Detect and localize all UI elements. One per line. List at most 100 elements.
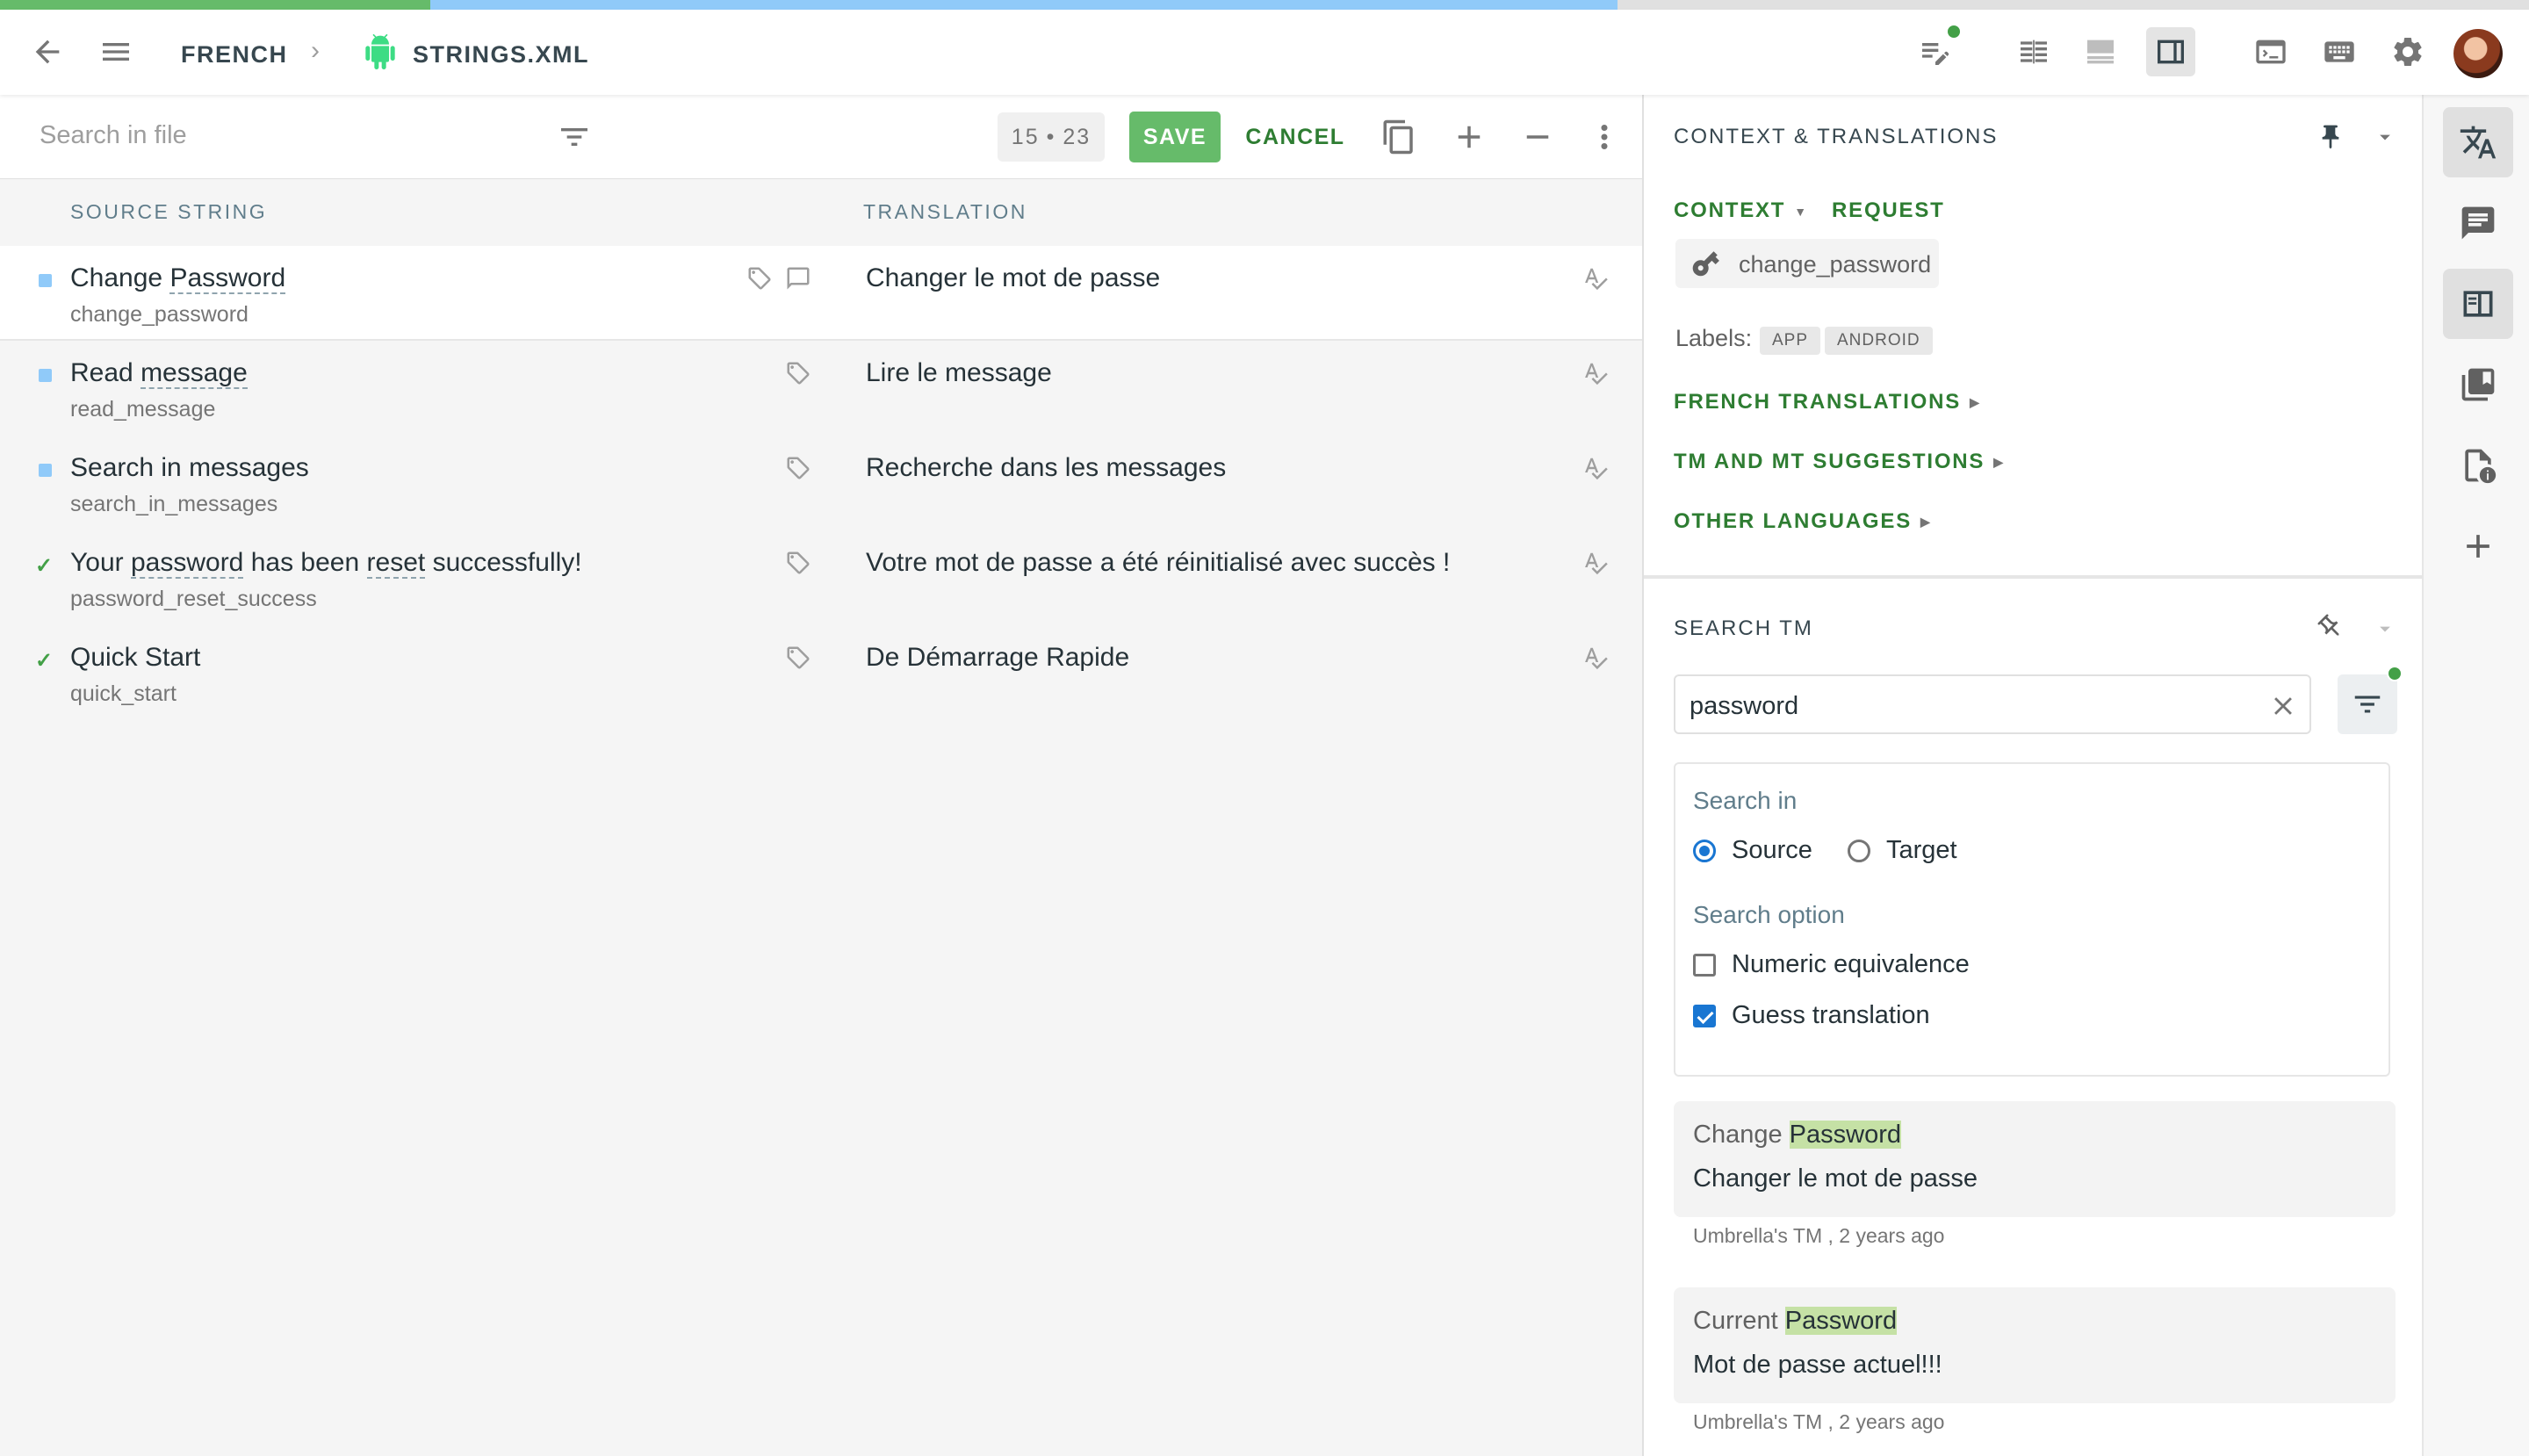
- spellcheck-icon[interactable]: [1582, 645, 1610, 673]
- remove-icon[interactable]: [1516, 112, 1560, 162]
- tm-result-translation: Mot de passe actuel!!!: [1693, 1351, 1942, 1379]
- key-icon: [1686, 246, 1725, 281]
- spellcheck-icon[interactable]: [1582, 265, 1610, 293]
- string-row[interactable]: ✓ Quick Start quick_start De Démarrage R…: [0, 625, 1642, 720]
- target-radio-label[interactable]: Target: [1886, 836, 1957, 865]
- tm-result-card[interactable]: Change Password Changer le mot de passe: [1674, 1101, 2396, 1217]
- counter-total: 23: [1063, 124, 1092, 149]
- filter-icon: [2348, 685, 2387, 724]
- string-row[interactable]: Search in messages search_in_messages Re…: [0, 436, 1642, 530]
- translation-text[interactable]: Lire le message: [866, 358, 1052, 388]
- other-languages-section[interactable]: OTHER LANGUAGES ▶: [1674, 509, 1932, 534]
- filter-icon[interactable]: [550, 116, 599, 158]
- comment-icon[interactable]: [785, 265, 813, 293]
- spellcheck-icon[interactable]: [1582, 360, 1610, 388]
- caret-right-icon: ▶: [1920, 515, 1932, 530]
- back-icon[interactable]: [23, 27, 72, 76]
- tm-search-query: password: [1690, 692, 1799, 720]
- side-by-side-view-icon[interactable]: [2009, 27, 2058, 76]
- translation-text[interactable]: Recherche dans les messages: [866, 453, 1226, 483]
- copy-source-icon[interactable]: [1377, 112, 1421, 162]
- context-dropdown[interactable]: CONTEXT ▼: [1674, 198, 1808, 223]
- string-key: search_in_messages: [70, 492, 278, 516]
- context-panel-icon[interactable]: [2443, 269, 2513, 339]
- string-counter: 15 • 23: [998, 112, 1105, 162]
- tm-result-source-prefix: Change: [1693, 1121, 1783, 1149]
- panel-layout-icon[interactable]: [2146, 27, 2195, 76]
- string-key-chip[interactable]: change_password: [1675, 239, 1939, 288]
- source-word: has been: [250, 548, 360, 577]
- tag-icon[interactable]: [785, 360, 813, 388]
- translation-text[interactable]: Changer le mot de passe: [866, 263, 1160, 293]
- guess-translation-label[interactable]: Guess translation: [1732, 1001, 1930, 1030]
- settings-gear-icon[interactable]: [2383, 27, 2432, 76]
- guess-translation-checkbox[interactable]: [1693, 1005, 1716, 1027]
- tm-match-highlight: Password: [1789, 1121, 1901, 1149]
- tag-icon[interactable]: [785, 455, 813, 483]
- source-glossary-term: reset: [366, 548, 426, 579]
- menu-icon[interactable]: [91, 27, 140, 76]
- string-key: change_password: [70, 302, 249, 327]
- translation-text[interactable]: Votre mot de passe a été réinitialisé av…: [866, 548, 1450, 578]
- numeric-equivalence-checkbox[interactable]: [1693, 954, 1716, 977]
- context-translations-title: CONTEXT & TRANSLATIONS: [1674, 125, 1999, 148]
- file-info-icon[interactable]: [2443, 430, 2513, 501]
- numeric-equivalence-label[interactable]: Numeric equivalence: [1732, 950, 1970, 979]
- string-row[interactable]: Change Password change_password Changer …: [0, 246, 1642, 341]
- source-radio[interactable]: [1693, 840, 1716, 862]
- editor-pane: Search in file 15 • 23 SAVE CANCEL SOURC…: [0, 95, 1642, 1456]
- label-chip[interactable]: ANDROID: [1825, 327, 1933, 355]
- tag-icon[interactable]: [785, 645, 813, 673]
- tm-result-card[interactable]: Current Password Mot de passe actuel!!!: [1674, 1287, 2396, 1403]
- user-avatar[interactable]: [2453, 29, 2503, 78]
- caret-right-icon: ▶: [1970, 395, 1981, 410]
- glossary-icon[interactable]: [2443, 350, 2513, 420]
- multiline-view-icon[interactable]: [2076, 27, 2125, 76]
- comments-icon[interactable]: [2443, 188, 2513, 258]
- save-button[interactable]: SAVE: [1129, 112, 1221, 162]
- tm-filter-button[interactable]: [2338, 674, 2397, 734]
- spellcheck-icon[interactable]: [1582, 455, 1610, 483]
- translate-icon[interactable]: [2443, 107, 2513, 177]
- add-panel-icon[interactable]: [2443, 511, 2513, 581]
- tm-mt-suggestions-label: TM AND MT SUGGESTIONS: [1674, 450, 1985, 473]
- more-options-icon[interactable]: [1582, 112, 1626, 162]
- terminal-icon[interactable]: [2246, 27, 2295, 76]
- source-glossary-term: password: [130, 548, 244, 579]
- request-context-link[interactable]: REQUEST: [1832, 198, 1945, 223]
- collapse-caret-icon[interactable]: [2369, 611, 2401, 646]
- add-icon[interactable]: [1447, 112, 1491, 162]
- collapse-caret-icon[interactable]: [2369, 119, 2401, 155]
- tm-result-meta: Umbrella's TM , 2 years ago: [1693, 1410, 1945, 1433]
- cancel-button[interactable]: CANCEL: [1240, 112, 1351, 162]
- string-row[interactable]: Read message read_message Lire le messag…: [0, 341, 1642, 436]
- source-radio-label[interactable]: Source: [1732, 836, 1812, 865]
- search-in-file-input[interactable]: Search in file: [40, 121, 187, 150]
- target-radio[interactable]: [1848, 840, 1870, 862]
- tm-mt-suggestions-section[interactable]: TM AND MT SUGGESTIONS ▶: [1674, 450, 2005, 474]
- right-tool-strip: [2422, 95, 2529, 1456]
- tag-icon[interactable]: [746, 265, 775, 293]
- unpin-icon[interactable]: [2311, 608, 2350, 646]
- string-key: read_message: [70, 397, 216, 422]
- caret-down-icon: ▼: [1794, 204, 1808, 219]
- string-row[interactable]: ✓ Your password has been reset successfu…: [0, 530, 1642, 625]
- spellcheck-icon[interactable]: [1582, 550, 1610, 578]
- french-translations-section[interactable]: FRENCH TRANSLATIONS ▶: [1674, 390, 1981, 414]
- label-chip[interactable]: APP: [1760, 327, 1821, 355]
- search-tm-title: SEARCH TM: [1674, 616, 1813, 640]
- breadcrumb-language[interactable]: FRENCH: [181, 41, 288, 68]
- source-word: Read: [70, 358, 133, 387]
- pin-icon[interactable]: [2311, 118, 2350, 156]
- tm-search-input[interactable]: password: [1674, 674, 2311, 734]
- status-indicator: [39, 274, 52, 287]
- breadcrumb-file[interactable]: STRINGS.XML: [413, 41, 589, 68]
- clear-icon[interactable]: [2266, 688, 2301, 724]
- source-text: Your password has been reset successfull…: [70, 548, 582, 579]
- breadcrumb-separator-icon: ›: [311, 36, 320, 65]
- keyboard-icon[interactable]: [2315, 27, 2364, 76]
- source-word: Your: [70, 548, 124, 577]
- translation-text[interactable]: De Démarrage Rapide: [866, 643, 1129, 673]
- source-glossary-term: Password: [169, 263, 286, 294]
- tag-icon[interactable]: [785, 550, 813, 578]
